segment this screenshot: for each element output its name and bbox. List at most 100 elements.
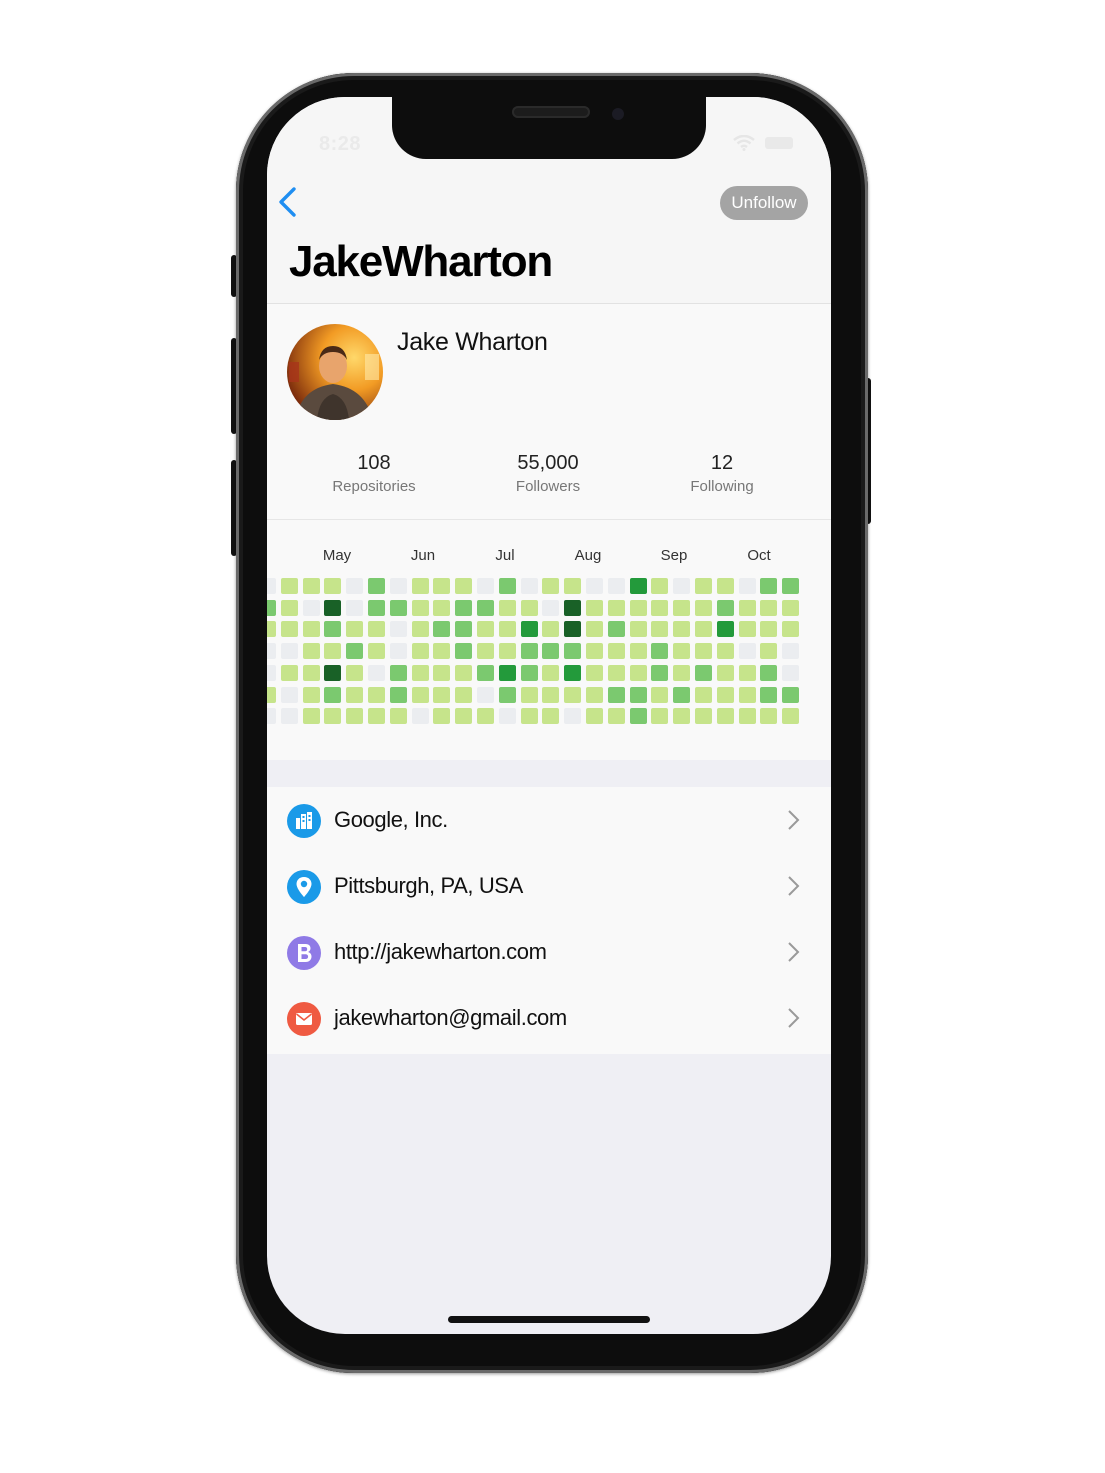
contribution-cell [564, 643, 582, 660]
contribution-cell [324, 664, 342, 681]
contribution-cell [368, 599, 385, 616]
month-label: Jun [410, 547, 436, 564]
stat-following[interactable]: 12 Following [642, 452, 802, 495]
contribution-cell [267, 578, 276, 594]
contribution-cell [477, 643, 494, 660]
contribution-cell [738, 664, 756, 681]
contribution-cell [695, 599, 712, 616]
contribution-cell [673, 578, 691, 594]
contribution-cell [629, 664, 647, 681]
contribution-cell [324, 599, 342, 616]
contribution-cell [651, 643, 669, 660]
detail-row-blog[interactable]: http://jakewharton.com [267, 919, 831, 985]
contribution-graph: May Jun Jul Aug Sep Oct [267, 520, 831, 760]
contribution-cell [477, 621, 494, 638]
contribution-cell [586, 643, 603, 660]
contribution-cell [716, 578, 734, 594]
status-time: 8:28 [319, 133, 362, 155]
contribution-cell [542, 708, 560, 725]
contribution-cell [411, 686, 429, 703]
contribution-cell [629, 708, 647, 725]
home-indicator[interactable] [448, 1316, 650, 1323]
contribution-cell [586, 599, 603, 616]
contribution-cell [477, 578, 494, 594]
contribution-cell [433, 643, 451, 660]
contribution-cell [368, 686, 385, 703]
contribution-cell [324, 621, 342, 638]
contribution-cell [738, 578, 756, 594]
contribution-cell [586, 621, 603, 638]
contribution-cell [782, 664, 800, 681]
contribution-cell [564, 708, 582, 725]
contribution-cell [368, 578, 385, 594]
back-button[interactable] [275, 185, 301, 219]
contribution-cell [389, 664, 407, 681]
contribution-cell [455, 664, 473, 681]
contribution-cell [651, 599, 669, 616]
detail-text: Google, Inc. [334, 807, 448, 832]
contribution-cell [695, 686, 712, 703]
unfollow-button[interactable]: Unfollow [720, 186, 808, 220]
contribution-cell [738, 708, 756, 725]
contribution-cell [498, 621, 516, 638]
contribution-cell [564, 664, 582, 681]
contribution-cell [542, 664, 560, 681]
contribution-cell [673, 686, 691, 703]
contribution-cell [782, 578, 800, 594]
contribution-cell [716, 643, 734, 660]
contribution-cell [455, 643, 473, 660]
contribution-cell [411, 664, 429, 681]
contribution-cell [433, 664, 451, 681]
contribution-cell [629, 578, 647, 594]
stat-followers[interactable]: 55,000 Followers [468, 452, 628, 495]
contribution-cell [411, 578, 429, 594]
contribution-cell [673, 708, 691, 725]
contribution-cell [673, 664, 691, 681]
contribution-cell [629, 686, 647, 703]
contribution-cell [760, 643, 778, 660]
contribution-cell [433, 708, 451, 725]
wifi-icon [733, 134, 755, 156]
contribution-cell [738, 599, 756, 616]
contribution-cell [280, 708, 298, 725]
contribution-cell [586, 708, 603, 725]
detail-row-location[interactable]: Pittsburgh, PA, USA [267, 853, 831, 919]
stat-label: Following [690, 478, 754, 495]
blog-icon [287, 936, 321, 970]
contribution-cell [302, 578, 320, 594]
contribution-cell [651, 708, 669, 725]
contribution-cell [673, 621, 691, 638]
email-icon [287, 1002, 321, 1036]
contribution-cell [368, 643, 385, 660]
contribution-cell [455, 708, 473, 725]
contribution-cell [389, 708, 407, 725]
contribution-cell [267, 664, 276, 681]
contribution-cell [520, 686, 538, 703]
contribution-cell [782, 686, 800, 703]
contribution-cell [280, 664, 298, 681]
contribution-cell [267, 621, 276, 638]
contribution-cell [346, 708, 364, 725]
contribution-cell [324, 643, 342, 660]
contribution-cell [302, 643, 320, 660]
detail-row-email[interactable]: jakewharton@gmail.com [267, 985, 831, 1051]
contribution-cell [267, 643, 276, 660]
stat-repositories[interactable]: 108 Repositories [294, 452, 454, 495]
contribution-cell [433, 621, 451, 638]
contribution-cell [267, 708, 276, 725]
contribution-cell [389, 621, 407, 638]
contribution-cell [716, 664, 734, 681]
contribution-cell [324, 708, 342, 725]
contribution-cell [760, 621, 778, 638]
front-camera [612, 108, 624, 120]
contribution-cell [651, 578, 669, 594]
avatar[interactable] [287, 324, 383, 420]
contribution-cell [542, 621, 560, 638]
contribution-cell [738, 621, 756, 638]
company-icon [287, 804, 321, 838]
screen: 8:28 Unfollow JakeWharton Jake Wharton 1… [267, 97, 831, 1334]
detail-row-company[interactable]: Google, Inc. [267, 787, 831, 853]
contribution-cell [716, 708, 734, 725]
contribution-cell [346, 578, 364, 594]
contribution-cell [302, 599, 320, 616]
